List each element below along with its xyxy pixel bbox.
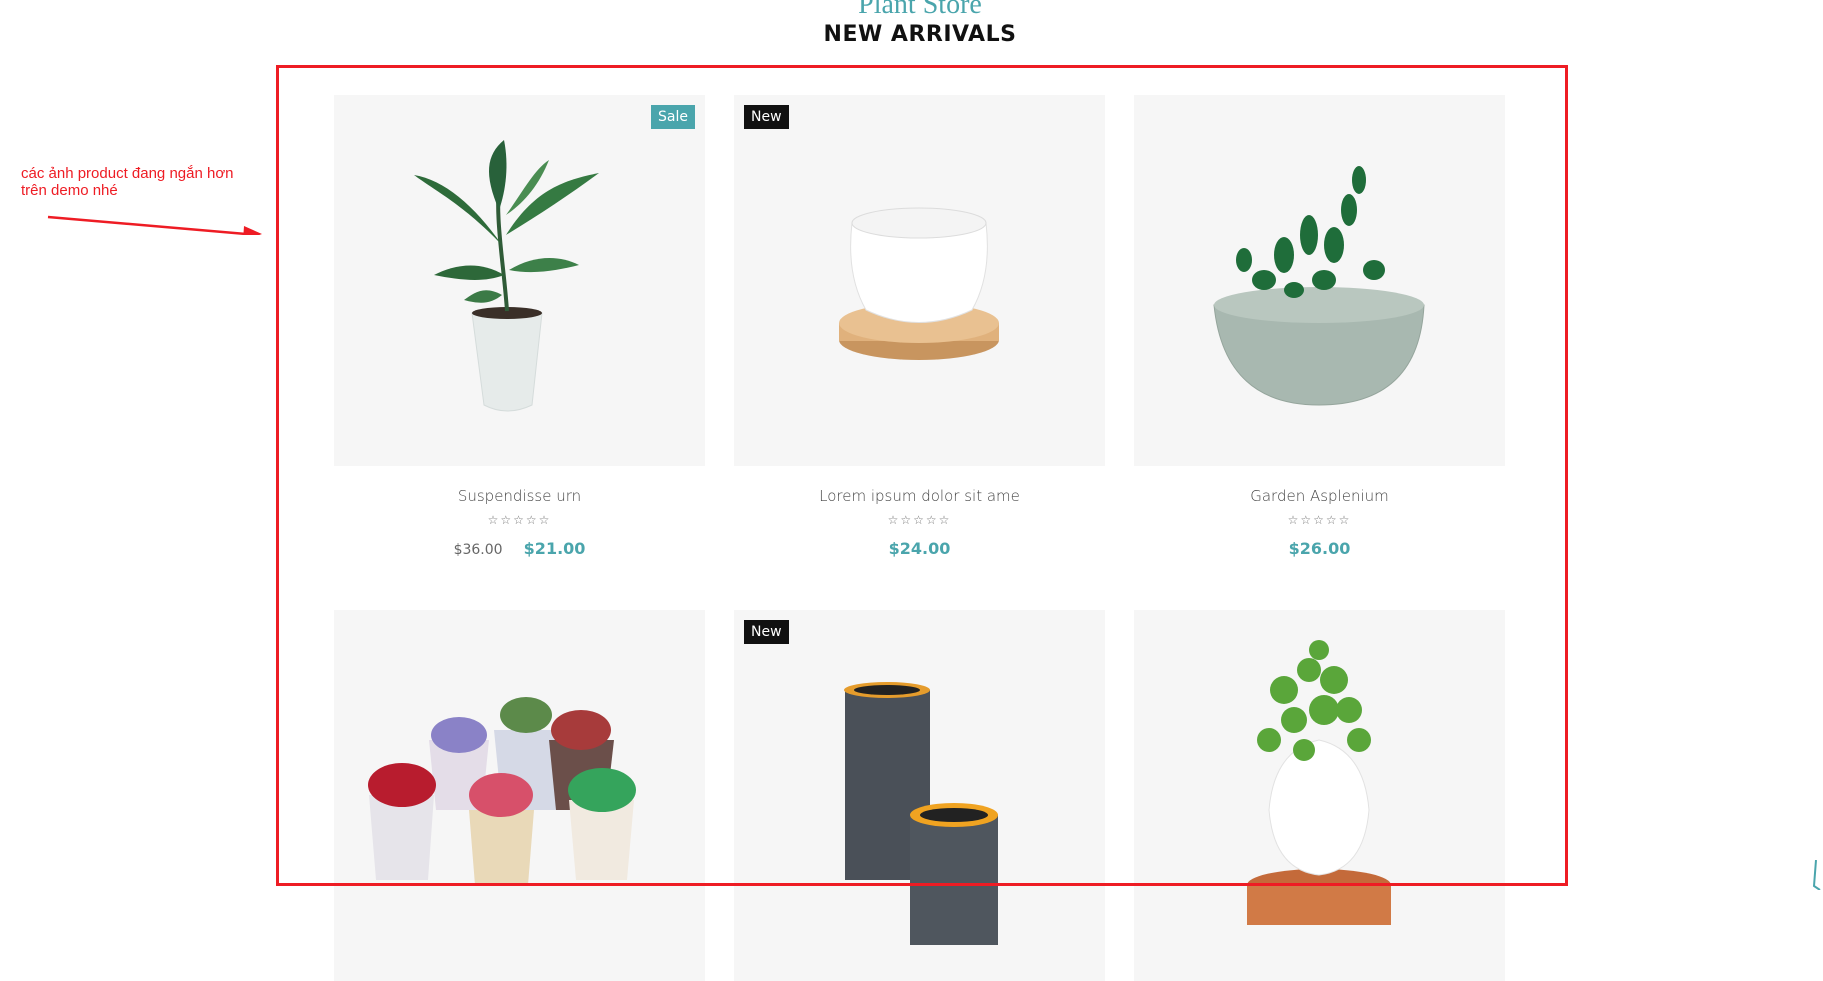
section-title: NEW ARRIVALS	[823, 22, 1017, 47]
price: $26.00	[1288, 539, 1351, 558]
cylinder-planters-image	[844, 682, 998, 945]
product-card[interactable]: Sale Suspendisse urn ☆☆☆☆☆ $36.00 $21.00	[334, 95, 705, 558]
product-card[interactable]	[334, 610, 705, 981]
edge-mark-icon	[1812, 860, 1821, 890]
succulent-group-image	[368, 697, 636, 885]
herb-egg-pot-image	[1247, 640, 1391, 925]
product-card[interactable]: New Lorem ipsum dolor sit ame ☆☆☆☆☆ $24.…	[734, 95, 1105, 558]
old-price: $36.00	[453, 542, 503, 558]
potted-plant-image	[414, 140, 599, 412]
product-name[interactable]: Garden Asplenium	[1134, 487, 1505, 505]
annotation-arrow-icon	[47, 215, 262, 235]
sale-badge: Sale	[651, 105, 695, 129]
product-card[interactable]: Garden Asplenium ☆☆☆☆☆ $26.00	[1134, 95, 1505, 558]
white-pot-image	[839, 207, 999, 360]
product-image[interactable]: Sale	[334, 95, 705, 466]
product-image[interactable]	[1134, 610, 1505, 981]
product-name[interactable]: Suspendisse urn	[334, 487, 705, 505]
product-image[interactable]: New	[734, 610, 1105, 981]
product-image[interactable]: New	[734, 95, 1105, 466]
product-image[interactable]	[334, 610, 705, 981]
new-badge: New	[744, 105, 789, 129]
product-name[interactable]: Lorem ipsum dolor sit ame	[734, 487, 1105, 505]
succulent-bowl-image	[1213, 166, 1425, 406]
new-badge: New	[744, 620, 789, 644]
product-card[interactable]	[1134, 610, 1505, 981]
rating-stars-icon: ☆☆☆☆☆	[487, 513, 552, 527]
product-card[interactable]: New	[734, 610, 1105, 981]
price: $24.00	[888, 539, 951, 558]
annotation-note: các ảnh product đang ngắn hơn trên demo …	[21, 165, 234, 199]
store-title: Plant Store	[858, 0, 982, 20]
product-image[interactable]	[1134, 95, 1505, 466]
price: $21.00	[523, 539, 586, 558]
rating-stars-icon: ☆☆☆☆☆	[1287, 513, 1352, 527]
rating-stars-icon: ☆☆☆☆☆	[887, 513, 952, 527]
